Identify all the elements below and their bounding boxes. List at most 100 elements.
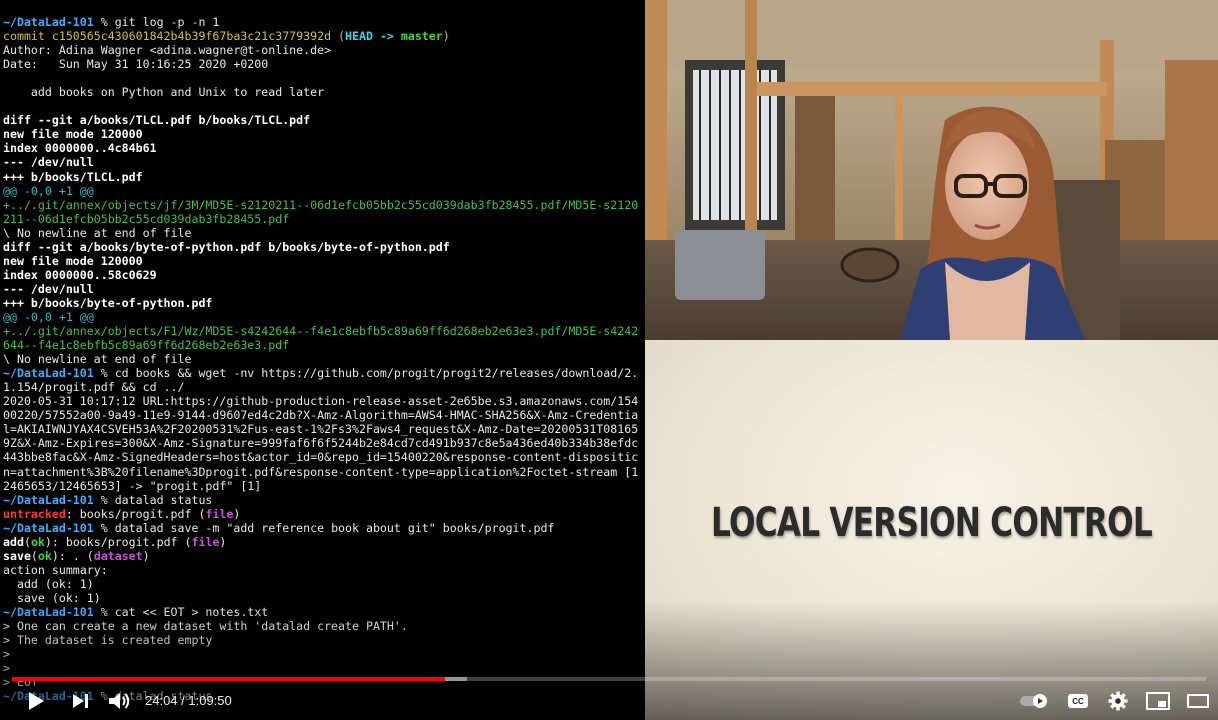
terminal-line: +++ b/books/TLCL.pdf: [3, 170, 645, 184]
terminal-line: 443bbe8fac&X-Amz-SignedHeaders=host&acto…: [3, 450, 645, 464]
terminal-text-segment: @@ -0,0 +1 @@: [3, 183, 94, 198]
terminal-line: 00220/57552a00-9a49-11e9-9144-d9607ed4c2…: [3, 408, 645, 422]
terminal-line: add (ok: 1): [3, 577, 645, 591]
terminal-line: index 0000000..58c0629: [3, 268, 645, 282]
progress-bar[interactable]: [12, 677, 1206, 681]
settings-button[interactable]: [1104, 688, 1132, 714]
play-icon: [27, 691, 45, 711]
terminal-line: ~/DataLad-101 % cat << EOT > notes.txt: [3, 605, 645, 619]
terminal-text-segment: save: [3, 548, 31, 563]
terminal-text-segment: +../.git/annex/objects/F1/Wz/MD5E-s42426…: [3, 324, 639, 339]
terminal-text-segment: 2020-05-31 10:17:12 URL:https://github-p…: [3, 394, 639, 409]
autoplay-toggle[interactable]: [1018, 688, 1050, 714]
terminal-text-segment: : books/progit.pdf (: [65, 506, 206, 521]
terminal-text-segment: file: [191, 534, 220, 549]
terminal-text-segment: Author: Adina Wagner <adina.wagner@t-onl…: [3, 43, 332, 58]
terminal-text-segment: ): books/progit.pdf (: [44, 534, 192, 549]
terminal-text-segment: diff --git a/books/byte-of-python.pdf b/…: [3, 239, 450, 254]
terminal-text-segment: ~/DataLad-101: [3, 520, 94, 535]
terminal-text-segment: HEAD ->: [345, 29, 401, 44]
terminal-text-segment: > The dataset is created empty: [3, 633, 213, 648]
terminal-line: 9Z&X-Amz-Expires=300&X-Amz-Signature=999…: [3, 436, 645, 450]
terminal-text-segment: add books on Python and Unix to read lat…: [3, 85, 325, 100]
terminal-text-segment: ): [219, 534, 227, 549]
webcam-frame-image: [645, 0, 1218, 340]
terminal-text-segment: 644--f4e1c8ebfb5c89a69ff6d268eb2e63e3.pd…: [3, 338, 290, 353]
play-button[interactable]: [22, 688, 50, 714]
terminal-text-segment: file: [205, 506, 234, 521]
terminal-line: n=attachment%3B%20filename%3Dprogit.pdf&…: [3, 465, 645, 479]
captions-button[interactable]: CC: [1064, 688, 1092, 714]
terminal-text-segment: l=AKIAIWNJYAX4CSVEH53A%2F20200531%2Fus-e…: [3, 422, 639, 437]
terminal-text-segment: --- /dev/null: [3, 281, 94, 296]
terminal-text-segment: 2465653/12465653] -> "progit.pdf" [1]: [3, 478, 262, 493]
volume-button[interactable]: [106, 688, 134, 714]
terminal-text-segment: ): [142, 548, 150, 563]
terminal-line: +../.git/annex/objects/jf/3M/MD5E-s21202…: [3, 198, 645, 212]
terminal-line: new file mode 120000: [3, 127, 645, 141]
terminal-line: index 0000000..4c84b61: [3, 141, 645, 155]
theater-mode-icon: [1187, 694, 1209, 708]
terminal-text-segment: ): [233, 506, 241, 521]
miniplayer-button[interactable]: [1144, 688, 1172, 714]
terminal-text-segment: @@ -0,0 +1 @@: [3, 309, 94, 324]
next-icon: [72, 693, 90, 709]
terminal-text-segment: % datalad status: [93, 492, 213, 507]
terminal-line: > The dataset is created empty: [3, 633, 645, 647]
terminal-text-segment: ~/DataLad-101: [3, 604, 94, 619]
terminal-line: diff --git a/books/byte-of-python.pdf b/…: [3, 240, 645, 254]
next-button[interactable]: [68, 688, 94, 714]
terminal-line: ~/DataLad-101 % git log -p -n 1: [3, 15, 645, 29]
theater-mode-button[interactable]: [1184, 688, 1212, 714]
terminal-line: >: [3, 647, 645, 661]
settings-icon: [1108, 691, 1128, 711]
terminal-output: ~/DataLad-101 % git log -p -n 1 commit c1…: [3, 15, 645, 703]
terminal-line: ~/DataLad-101 % datalad save -m "add ref…: [3, 521, 645, 535]
terminal-text-segment: ok: [37, 548, 52, 563]
terminal-line: \ No newline at end of file: [3, 352, 645, 366]
terminal-text-segment: index 0000000..4c84b61: [3, 141, 157, 156]
time-total: 1:09:50: [188, 693, 232, 708]
terminal-line: --- /dev/null: [3, 155, 645, 169]
terminal-line: @@ -0,0 +1 @@: [3, 184, 645, 198]
terminal-text-segment: Date: Sun May 31 10:16:25 2020 +0200: [3, 57, 269, 72]
terminal-text-segment: 00220/57552a00-9a49-11e9-9144-d9607ed4c2…: [3, 408, 639, 423]
terminal-line: 211--06d1efcb05bb2c55cd039dab3fb28455.pd…: [3, 212, 645, 226]
terminal-text-segment: % datalad save -m "add reference book ab…: [93, 520, 555, 535]
miniplayer-icon: [1146, 692, 1170, 710]
presenter-webcam: [645, 0, 1218, 340]
terminal-text-segment: action summary:: [3, 562, 108, 577]
terminal-text-segment: ): [442, 29, 450, 44]
terminal-line: 1.154/progit.pdf && cd ../: [3, 380, 645, 394]
terminal-text-segment: commit c150565c430601842b4b39f67ba3c21c3…: [3, 29, 346, 44]
terminal-text-segment: save (ok: 1): [3, 590, 101, 605]
terminal-text-segment: % cd books && wget -nv https://github.co…: [93, 366, 639, 381]
terminal-line: ~/DataLad-101 % datalad status: [3, 689, 645, 703]
progress-played: [12, 677, 446, 681]
captions-icon: CC: [1068, 694, 1088, 708]
terminal-line: diff --git a/books/TLCL.pdf b/books/TLCL…: [3, 113, 645, 127]
volume-icon: [108, 691, 132, 711]
terminal-line: action summary:: [3, 563, 645, 577]
terminal-text-segment: ~/DataLad-101: [3, 366, 94, 381]
terminal-text-segment: > One can create a new dataset with 'dat…: [3, 619, 408, 634]
terminal-text-segment: add: [3, 534, 24, 549]
terminal-text-segment: ): . (: [51, 548, 94, 563]
terminal-text-segment: +../.git/annex/objects/jf/3M/MD5E-s21202…: [3, 197, 639, 212]
terminal-line: --- /dev/null: [3, 282, 645, 296]
terminal-text-segment: 1.154/progit.pdf && cd ../: [3, 380, 185, 395]
terminal-line: untracked: books/progit.pdf (file): [3, 507, 645, 521]
terminal-line: save (ok: 1): [3, 591, 645, 605]
terminal-text-segment: +++ b/books/TLCL.pdf: [3, 169, 143, 184]
terminal-line: 644--f4e1c8ebfb5c89a69ff6d268eb2e63e3.pd…: [3, 338, 645, 352]
video-player[interactable]: ~/DataLad-101 % git log -p -n 1 commit c1…: [0, 0, 1218, 720]
terminal-text-segment: new file mode 120000: [3, 127, 143, 142]
terminal-line: new file mode 120000: [3, 254, 645, 268]
terminal-line: commit c150565c430601842b4b39f67ba3c21c3…: [3, 29, 645, 43]
terminal-text-segment: diff --git a/books/TLCL.pdf b/books/TLCL…: [3, 113, 311, 128]
terminal-screen: ~/DataLad-101 % git log -p -n 1 commit c1…: [0, 0, 645, 720]
slide-title: LOCAL VERSION CONTROL: [710, 500, 1153, 546]
terminal-line: Author: Adina Wagner <adina.wagner@t-onl…: [3, 43, 645, 57]
terminal-text-segment: % cat << EOT > notes.txt: [93, 604, 269, 619]
